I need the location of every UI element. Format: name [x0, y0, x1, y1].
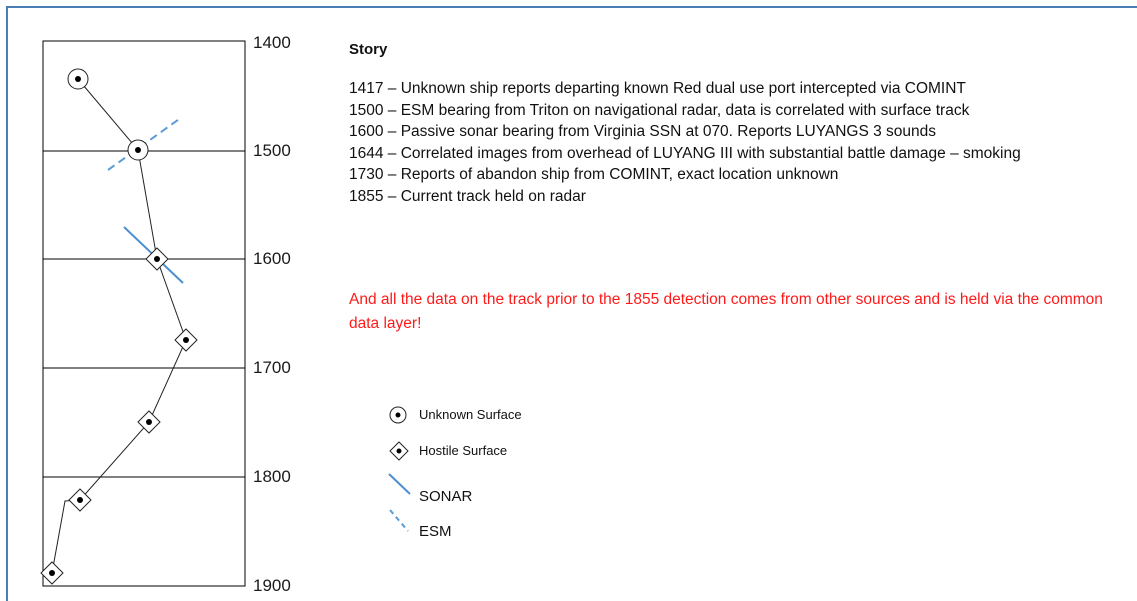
hostile-surface-icon [174, 328, 198, 352]
legend-sonar-label: SONAR [419, 488, 473, 505]
legend-hostile-surface-icon [389, 441, 409, 461]
story-title: Story [349, 41, 388, 58]
tick-label-1700: 1700 [253, 358, 291, 377]
legend-hostile-surface-label: Hostile Surface [419, 443, 508, 458]
legend-esm-label: ESM [419, 523, 452, 540]
tick-label-1400: 1400 [253, 33, 291, 52]
tick-label-1500: 1500 [253, 141, 291, 160]
legend-esm-line [389, 509, 409, 532]
tick-label-1600: 1600 [253, 249, 291, 268]
hostile-surface-icon [137, 410, 161, 434]
story-line: 1417 – Unknown ship reports departing kn… [349, 80, 966, 97]
legend-sonar-line [388, 473, 411, 495]
unknown-surface-icon [67, 68, 89, 90]
hostile-surface-icon [68, 488, 92, 512]
legend-unknown-surface-icon [389, 406, 407, 424]
unknown-surface-icon [127, 139, 149, 161]
story-list: 1417 – Unknown ship reports departing kn… [349, 78, 1119, 208]
unknown-surface-icon [40, 561, 64, 585]
story-line: 1855 – Current track held on radar [349, 187, 586, 205]
tick-label-1900: 1900 [253, 576, 291, 595]
tick-label-1800: 1800 [253, 467, 291, 486]
story-line: 1730 – Reports of abandon ship from COMI… [349, 166, 839, 184]
story-line: 1644 – Correlated images from overhead o… [349, 144, 1021, 162]
story-note: And all the data on the track prior to t… [349, 291, 1103, 332]
story-line: 1600 – Passive sonar bearing from Virgin… [349, 123, 937, 141]
legend-unknown-surface-label: Unknown Surface [419, 407, 522, 422]
story-line: 1500 – ESM bearing from Triton on naviga… [349, 101, 970, 119]
